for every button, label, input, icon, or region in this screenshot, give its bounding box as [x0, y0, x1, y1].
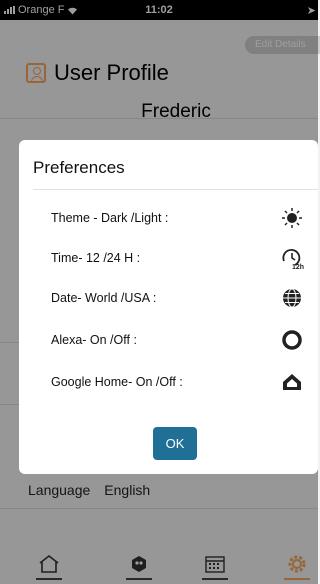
dialog-title: Preferences	[33, 158, 125, 177]
pref-label: Date- World /USA :	[51, 291, 157, 305]
pref-label: Time- 12 /24 H :	[51, 251, 141, 265]
dialog-divider	[33, 189, 318, 190]
sun-icon[interactable]	[279, 205, 305, 231]
google-home-icon[interactable]	[279, 369, 305, 395]
pref-row-time[interactable]: Time- 12 /24 H : 12h	[51, 243, 305, 273]
alexa-ring-icon[interactable]	[279, 327, 305, 353]
pref-row-theme[interactable]: Theme - Dark /Light :	[51, 203, 305, 233]
globe-icon[interactable]	[279, 285, 305, 311]
pref-row-date[interactable]: Date- World /USA :	[51, 283, 305, 313]
clock-12h-icon[interactable]: 12h	[279, 245, 305, 271]
pref-label: Theme - Dark /Light :	[51, 211, 169, 225]
svg-text:12h: 12h	[292, 264, 304, 270]
pref-label: Alexa- On /Off :	[51, 333, 137, 347]
preferences-dialog: Preferences Theme - Dark /Light : Time- …	[19, 140, 318, 474]
pref-row-alexa[interactable]: Alexa- On /Off :	[51, 325, 305, 355]
ok-button[interactable]: OK	[153, 427, 197, 460]
pref-row-google-home[interactable]: Google Home- On /Off :	[51, 367, 305, 397]
pref-label: Google Home- On /Off :	[51, 375, 183, 389]
